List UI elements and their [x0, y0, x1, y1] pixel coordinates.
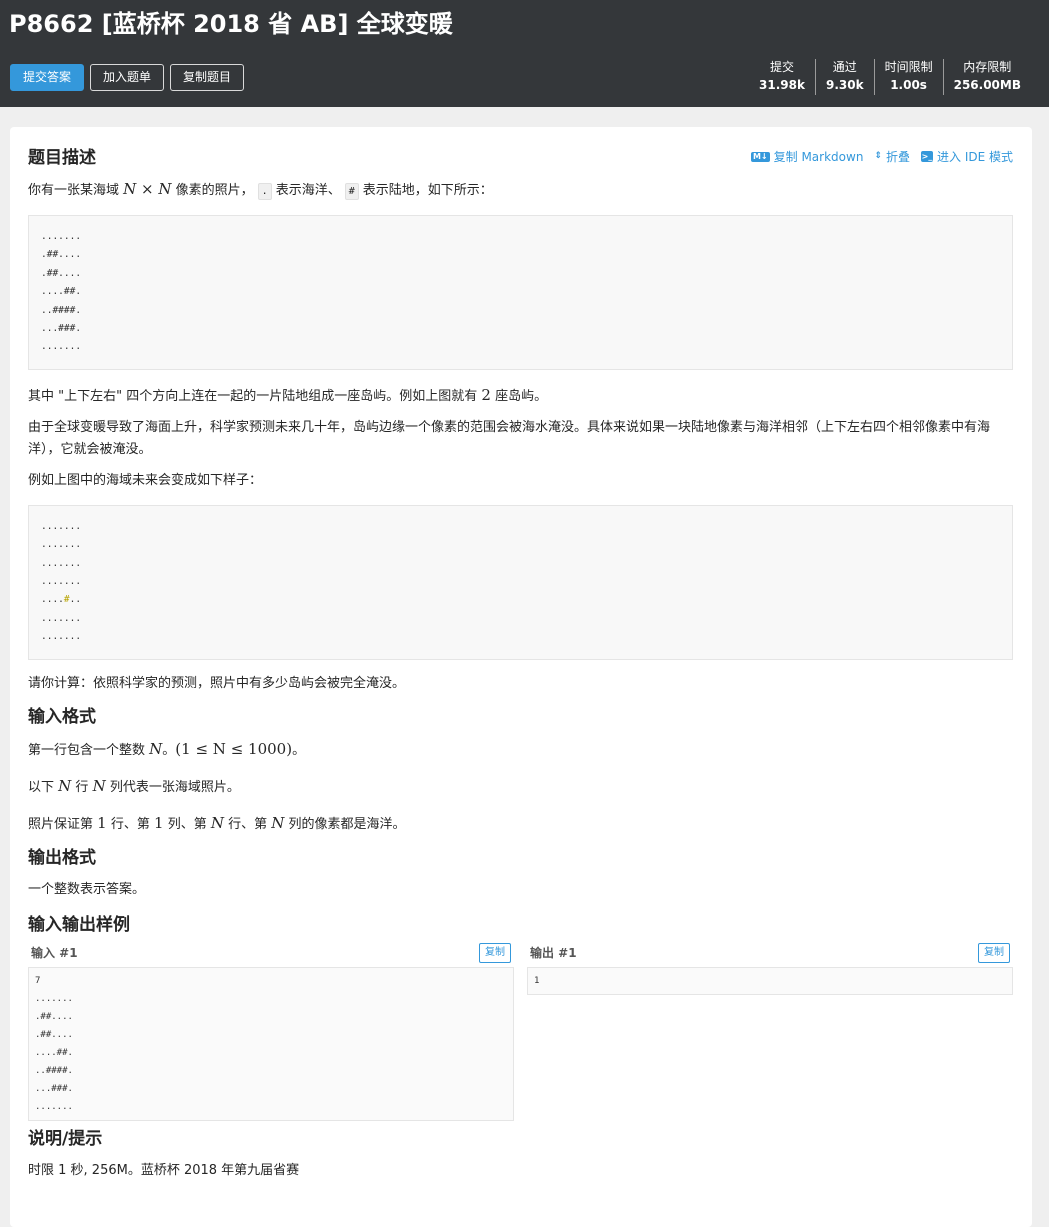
stat-label: 提交: [770, 60, 795, 74]
text-fragment: 。: [292, 742, 306, 758]
output-format-heading: 输出格式: [28, 847, 96, 868]
map-rows: ....... .......: [41, 612, 82, 643]
output-format-text: 一个整数表示答案。: [28, 881, 146, 897]
text-fragment: 。: [162, 742, 176, 758]
description-paragraph-2: 其中 "上下左右" 四个方向上连在一起的一片陆地组成一座岛屿。例如上图就有 2 …: [28, 384, 1013, 408]
text-fragment: 列的像素都是海洋。: [288, 816, 406, 832]
problem-title: P8662 [蓝桥杯 2018 省 AB] 全球变暖: [9, 10, 453, 38]
stat-value: 256.00MB: [953, 78, 1021, 92]
text-fragment: 列代表一张海域照片。: [109, 779, 240, 795]
math-n-by-n: N × N: [123, 180, 172, 198]
map-example-1[interactable]: ....... .##.... .##.... ....##. ..####. …: [28, 215, 1013, 370]
math-number: 1: [154, 813, 164, 832]
text-fragment: 表示陆地，如下所示：: [362, 183, 493, 198]
stat-label: 内存限制: [963, 60, 1012, 74]
text-fragment: 行: [75, 779, 89, 795]
description-heading: 题目描述: [28, 148, 96, 168]
math-variable: N: [271, 813, 285, 832]
sample-output-header: 输出 #1 复制: [527, 941, 1013, 965]
sample-input-title: 输入 #1: [31, 946, 78, 961]
math-number: 1: [97, 813, 107, 832]
submit-answer-button[interactable]: 提交答案: [10, 64, 85, 91]
input-format-line-1: 第一行包含一个整数 N。(1 ≤ N ≤ 1000)。: [28, 738, 1013, 762]
map-row-part: ..: [69, 594, 82, 606]
text-fragment: 像素的照片，: [175, 183, 254, 198]
text-fragment: 表示海洋、: [275, 183, 341, 198]
sample-input-code[interactable]: 7 ....... .##.... .##.... ....##. ..####…: [28, 966, 514, 1122]
text-fragment: 照片保证第: [28, 816, 94, 832]
math-number: 2: [481, 385, 491, 404]
text-fragment: 列、第: [167, 816, 207, 832]
inline-code-dot: .: [257, 183, 272, 200]
stat-label: 通过: [832, 60, 857, 74]
map-row-part: ....: [41, 594, 64, 606]
samples-heading: 输入输出样例: [28, 914, 130, 935]
description-paragraph-5: 请你计算：依照科学家的预测，照片中有多少岛屿会被完全淹没。: [28, 675, 406, 691]
hint-text: 时限 1 秒, 256M。蓝桥杯 2018 年第九届省赛: [28, 1163, 300, 1179]
math-variable: N: [92, 776, 106, 795]
stat-accepted: 通过 9.30k: [814, 59, 874, 95]
copy-problem-button[interactable]: 复制题目: [170, 64, 245, 91]
text-fragment: 行、第: [110, 816, 150, 832]
math-constraint: (1 ≤ N ≤ 1000): [175, 739, 293, 758]
description-paragraph-1: 你有一张某海域 N × N 像素的照片，. 表示海洋、 # 表示陆地，如下所示：: [28, 178, 1013, 202]
sample-output-code[interactable]: 1: [527, 966, 1013, 995]
text-fragment: 以下: [28, 779, 55, 795]
stat-value: 1.00s: [890, 78, 927, 92]
input-format-line-3: 照片保证第 1 行、第 1 列、第 N 行、第 N 列的像素都是海洋。: [28, 812, 1013, 836]
hint-heading: 说明/提示: [28, 1129, 103, 1150]
copy-input-button[interactable]: 复制: [479, 942, 511, 963]
problem-header: P8662 [蓝桥杯 2018 省 AB] 全球变暖 提交答案 加入题单 复制题…: [0, 0, 1049, 107]
sample-input-header: 输入 #1 复制: [28, 941, 514, 965]
problem-card: M↓ 复制 Markdown ⇕ 折叠 >_ 进入 IDE 模式 题目描述 你有…: [10, 127, 1032, 1227]
text-fragment: 座岛屿。: [495, 388, 548, 404]
stat-time-limit: 时间限制 1.00s: [873, 59, 943, 95]
math-variable: N: [58, 776, 72, 795]
text-fragment: 你有一张某海域: [28, 183, 120, 198]
input-format-heading: 输入格式: [28, 706, 96, 727]
inline-code-hash: #: [344, 183, 359, 200]
problem-content: 题目描述 你有一张某海域 N × N 像素的照片，. 表示海洋、 # 表示陆地，如下所…: [28, 145, 1013, 1182]
input-format-line-2: 以下 N 行 N 列代表一张海域照片。: [28, 775, 1013, 799]
map-rows: ....... ....... ....... .......: [41, 520, 82, 588]
stat-label: 时间限制: [884, 60, 933, 74]
stat-value: 9.30k: [825, 78, 864, 92]
sample-output: 输出 #1 复制 1: [527, 941, 1013, 1122]
sample-output-title: 输出 #1: [530, 946, 577, 961]
math-variable: N: [210, 813, 224, 832]
sample-input: 输入 #1 复制 7 ....... .##.... .##.... ....#…: [28, 941, 514, 1122]
stat-memory-limit: 内存限制 256.00MB: [942, 59, 1031, 95]
description-paragraph-4: 例如上图中的海域未来会变成如下样子：: [28, 472, 263, 488]
math-variable: N: [149, 739, 163, 758]
action-buttons: 提交答案 加入题单 复制题目: [10, 64, 245, 91]
text-fragment: 其中 "上下左右" 四个方向上连在一起的一片陆地组成一座岛屿。例如上图就有: [28, 388, 478, 404]
text-fragment: 第一行包含一个整数: [28, 742, 146, 758]
samples-container: 输入 #1 复制 7 ....... .##.... .##.... ....#…: [28, 941, 1013, 1122]
text-fragment: 行、第: [228, 816, 268, 832]
copy-output-button[interactable]: 复制: [978, 942, 1010, 963]
add-to-list-button[interactable]: 加入题单: [90, 64, 165, 91]
stat-submissions: 提交 31.98k: [749, 59, 815, 95]
problem-stats: 提交 31.98k 通过 9.30k 时间限制 1.00s 内存限制 256.0…: [749, 59, 1031, 95]
stat-value: 31.98k: [759, 78, 805, 92]
description-paragraph-3: 由于全球变暖导致了海面上升，科学家预测未来几十年，岛屿边缘一个像素的范围会被海水…: [28, 419, 991, 457]
map-example-2[interactable]: ....... ....... ....... ....... ....#.. …: [28, 504, 1013, 660]
